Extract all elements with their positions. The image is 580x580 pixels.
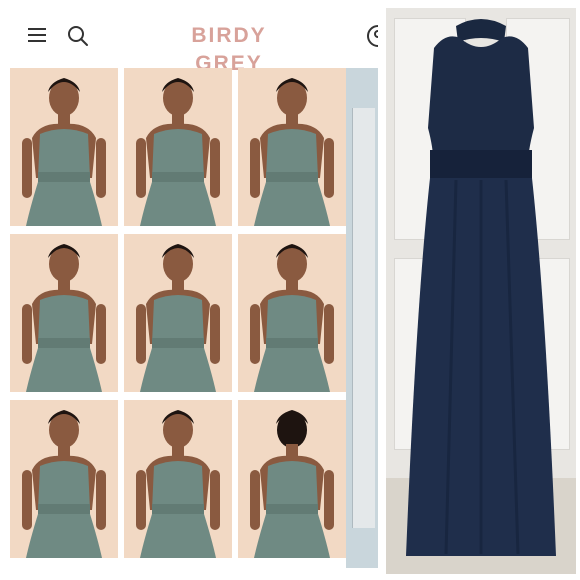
product-screenshot: BIRDY GREY: [4, 6, 378, 574]
style-tile-asymmetric-drape[interactable]: [238, 234, 346, 392]
style-tile-back-view[interactable]: [238, 400, 346, 558]
model-figure: [238, 234, 346, 392]
hamburger-menu-icon[interactable]: [28, 28, 50, 44]
search-icon[interactable]: [66, 24, 90, 48]
model-figure: [10, 68, 118, 226]
navy-dress-photo: [386, 8, 576, 574]
door-panel: [352, 108, 375, 528]
model-figure: [124, 234, 232, 392]
model-figure: [124, 68, 232, 226]
model-figure: [238, 68, 346, 226]
model-figure: [10, 234, 118, 392]
model-figure: [124, 400, 232, 558]
model-figure: [238, 400, 346, 558]
dress-style-grid: [10, 68, 346, 568]
style-tile-one-shoulder[interactable]: [238, 68, 346, 226]
model-figure: [10, 400, 118, 558]
dress-on-mannequin: [406, 19, 556, 556]
image-collage: BIRDY GREY: [0, 0, 580, 580]
style-tile-halter[interactable]: [124, 68, 232, 226]
brand-logo[interactable]: BIRDY GREY: [154, 22, 304, 75]
style-tile-off-shoulder[interactable]: [124, 234, 232, 392]
site-header: BIRDY GREY: [4, 6, 378, 75]
next-image-peek: [346, 68, 378, 568]
style-tile-strapless[interactable]: [124, 400, 232, 558]
style-tile-twist-front[interactable]: [10, 68, 118, 226]
style-tile-halter-v[interactable]: [10, 234, 118, 392]
style-tile-cap-sleeve[interactable]: [10, 400, 118, 558]
account-icon[interactable]: [366, 24, 378, 48]
